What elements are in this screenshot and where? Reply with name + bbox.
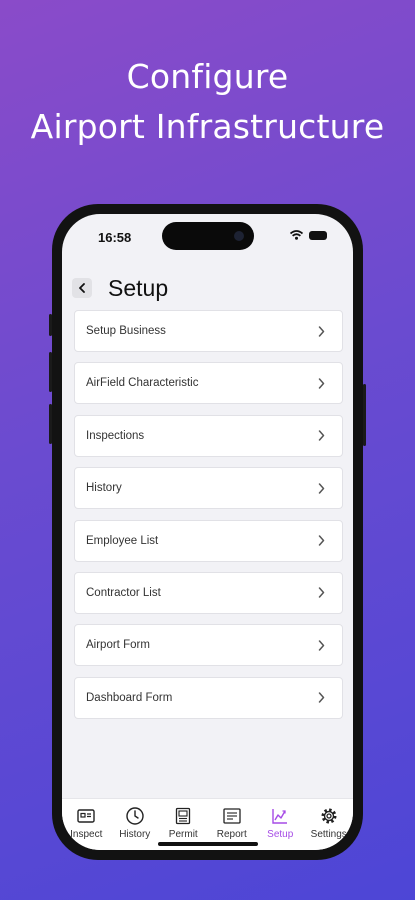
- chevron-right-icon: [316, 482, 326, 494]
- home-indicator: [158, 842, 258, 846]
- status-bar: 16:58: [62, 214, 353, 258]
- gear-icon: [318, 805, 340, 827]
- report-icon: [221, 805, 243, 827]
- menu-item-label: AirField Characteristic: [86, 377, 199, 390]
- headline-line-1: Configure: [126, 57, 289, 96]
- tab-permit[interactable]: Permit: [159, 805, 207, 840]
- chevron-right-icon: [316, 325, 326, 337]
- tab-label: Report: [216, 829, 247, 840]
- camera-icon: [234, 231, 244, 241]
- status-time: 16:58: [98, 230, 132, 245]
- tab-settings[interactable]: Settings: [305, 805, 353, 840]
- headline-line-2: Airport Infrastructure: [30, 107, 385, 146]
- menu-item-dashboard-form[interactable]: Dashboard Form: [74, 676, 343, 719]
- nav-bar: Setup: [72, 268, 168, 308]
- inspect-icon: [75, 805, 97, 827]
- menu-item-label: Dashboard Form: [86, 691, 173, 704]
- mute-switch: [49, 314, 52, 336]
- headline: Configure Airport Infrastructure: [0, 52, 415, 152]
- volume-down-button: [49, 404, 52, 444]
- menu-item-label: History: [86, 482, 122, 495]
- menu-item-label: Setup Business: [86, 325, 166, 337]
- menu-item-airport-form[interactable]: Airport Form: [74, 624, 343, 667]
- chevron-left-icon: [79, 283, 85, 293]
- tab-list: Inspect History Permit Report Setup Sett…: [62, 805, 353, 840]
- status-icons: [290, 230, 327, 240]
- chevron-right-icon: [316, 639, 326, 651]
- chevron-right-icon: [316, 692, 326, 704]
- chevron-right-icon: [316, 430, 326, 442]
- tab-label: Permit: [168, 829, 198, 840]
- phone-screen: 16:58 Setup Setup Business AirField Char…: [62, 214, 353, 850]
- tab-label: Inspect: [70, 829, 103, 840]
- menu-item-employee-list[interactable]: Employee List: [74, 519, 343, 562]
- dynamic-island: [162, 222, 254, 250]
- tab-report[interactable]: Report: [208, 805, 256, 840]
- tab-setup[interactable]: Setup: [256, 805, 304, 840]
- battery-icon: [309, 230, 327, 240]
- tab-label: History: [119, 829, 151, 840]
- tab-inspect[interactable]: Inspect: [62, 805, 110, 840]
- phone-frame: 16:58 Setup Setup Business AirField Char…: [49, 204, 366, 860]
- menu-item-label: Contractor List: [86, 586, 161, 599]
- volume-up-button: [49, 352, 52, 392]
- setup-icon: [269, 805, 291, 827]
- power-button: [363, 384, 366, 446]
- menu-item-label: Airport Form: [86, 639, 150, 652]
- chevron-right-icon: [316, 587, 326, 599]
- menu-item-history[interactable]: History: [74, 467, 343, 510]
- permit-icon: [172, 805, 194, 827]
- menu-item-airfield-characteristic[interactable]: AirField Characteristic: [74, 362, 343, 405]
- menu-item-setup-business[interactable]: Setup Business: [74, 310, 343, 352]
- page-title: Setup: [108, 274, 169, 301]
- menu-item-label: Employee List: [86, 534, 159, 547]
- tab-history[interactable]: History: [111, 805, 159, 840]
- tab-label: Settings: [310, 829, 347, 840]
- menu-item-inspections[interactable]: Inspections: [74, 414, 343, 457]
- clock-icon: [124, 805, 146, 827]
- back-button[interactable]: [72, 278, 92, 298]
- wifi-icon: [290, 230, 303, 240]
- tab-label: Setup: [267, 829, 294, 840]
- chevron-right-icon: [316, 377, 326, 389]
- setup-menu: Setup Business AirField Characteristic I…: [74, 310, 343, 729]
- chevron-right-icon: [316, 535, 326, 547]
- menu-item-contractor-list[interactable]: Contractor List: [74, 571, 343, 614]
- menu-item-label: Inspections: [86, 429, 145, 442]
